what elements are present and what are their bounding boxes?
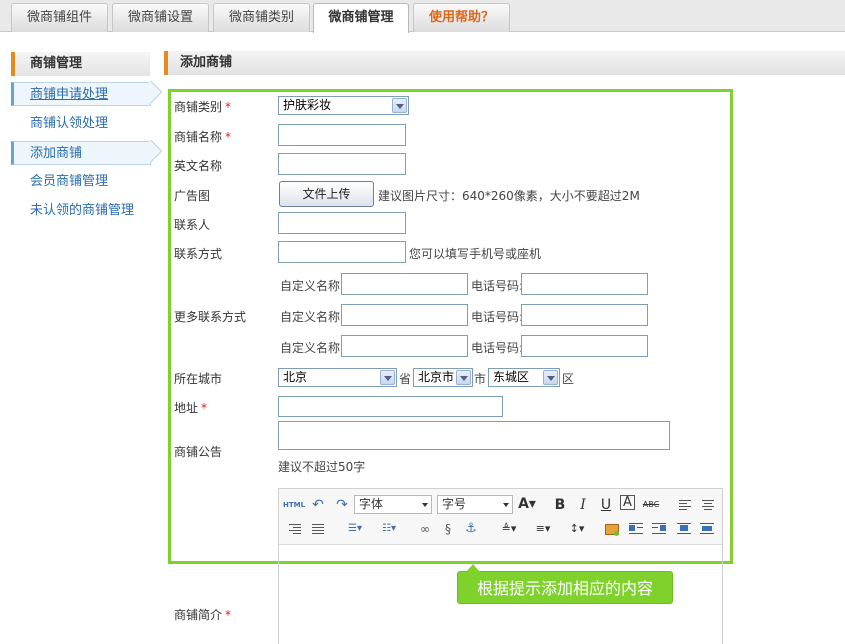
- font-size-select[interactable]: 字号: [437, 495, 513, 514]
- custom-name-label: 自定义名称:: [280, 279, 345, 293]
- tab-management[interactable]: 微商铺管理: [313, 3, 409, 33]
- align-left-icon[interactable]: [676, 496, 694, 514]
- redo-icon[interactable]: ↷: [333, 496, 351, 514]
- ordered-list-icon[interactable]: ☰▾: [341, 520, 369, 538]
- contact-person-label: 联系人: [174, 218, 211, 232]
- image-left-icon[interactable]: [627, 520, 645, 538]
- address-input[interactable]: [278, 396, 503, 417]
- strikethrough-icon[interactable]: ABC: [642, 496, 660, 514]
- phone-label: 电话号码:: [471, 341, 524, 355]
- text-border-icon[interactable]: A: [620, 495, 635, 510]
- phone-label: 电话号码:: [471, 279, 524, 293]
- upload-button[interactable]: 文件上传: [279, 181, 374, 207]
- category-select[interactable]: 护肤彩妆: [278, 96, 409, 115]
- contact-person-input[interactable]: [278, 212, 406, 234]
- line-height-icon[interactable]: ≜▾: [495, 520, 523, 538]
- province-suffix: 省: [399, 372, 412, 386]
- contact-method-hint: 您可以填写手机号或座机: [409, 247, 542, 261]
- tab-categories[interactable]: 微商铺类别: [213, 3, 310, 32]
- sidebar-item-add-shop[interactable]: 添加商铺: [11, 141, 151, 165]
- anchor-icon[interactable]: ⚓: [462, 520, 480, 538]
- more-contact-label: 更多联系方式: [174, 310, 247, 324]
- chevron-down-icon: [456, 370, 471, 385]
- tab-components[interactable]: 微商铺组件: [11, 3, 108, 32]
- chevron-down-icon: [392, 98, 407, 113]
- sidebar-item-unclaimed-shops[interactable]: 未认领的商铺管理: [11, 199, 151, 223]
- sidebar-item-claims[interactable]: 商铺认领处理: [11, 112, 151, 136]
- top-tab-bar: 微商铺组件 微商铺设置 微商铺类别 微商铺管理 使用帮助？: [0, 0, 845, 33]
- html-source-button[interactable]: HTML: [283, 496, 305, 514]
- link-icon[interactable]: ∞: [416, 520, 434, 538]
- phone-input-2[interactable]: [521, 304, 648, 326]
- custom-name-label: 自定义名称:: [280, 310, 345, 324]
- shop-name-label: 商铺名称 *: [174, 130, 232, 144]
- city-select[interactable]: 北京市: [413, 368, 473, 387]
- undo-icon[interactable]: ↶: [309, 496, 327, 514]
- english-name-input[interactable]: [278, 153, 406, 175]
- editor-toolbar: HTML ↶ ↷ 字体 字号 A▾ B I U A ABC ☰▾ ☷▾ ∞ §: [279, 489, 722, 545]
- category-label: 商铺类别 *: [174, 100, 232, 114]
- rich-text-editor: HTML ↶ ↷ 字体 字号 A▾ B I U A ABC ☰▾ ☷▾ ∞ §: [278, 488, 723, 644]
- contact-method-input[interactable]: [278, 241, 406, 263]
- image-center-icon[interactable]: [698, 520, 716, 538]
- chevron-down-icon: [543, 370, 558, 385]
- custom-name-input-3[interactable]: [341, 335, 468, 357]
- sidebar-item-member-shops[interactable]: 会员商铺管理: [11, 170, 151, 194]
- image-none-icon[interactable]: [675, 520, 693, 538]
- align-right-icon[interactable]: [286, 520, 304, 538]
- font-family-select[interactable]: 字体: [354, 495, 432, 514]
- custom-name-input-1[interactable]: [341, 273, 468, 295]
- hint-tooltip: 根据提示添加相应的内容: [457, 564, 673, 604]
- ad-image-hint: 建议图片尺寸：640*260像素，大小不要超过2M: [378, 189, 640, 203]
- city-label: 所在城市: [174, 372, 223, 386]
- custom-name-input-2[interactable]: [341, 304, 468, 326]
- district-select[interactable]: 东城区: [488, 368, 560, 387]
- english-name-label: 英文名称: [174, 159, 223, 173]
- sidebar: 商铺管理 商铺申请处理 商铺认领处理 添加商铺 会员商铺管理 未认领的商铺管理: [0, 32, 165, 644]
- font-color-icon[interactable]: A▾: [518, 495, 536, 513]
- align-center-icon[interactable]: [699, 496, 717, 514]
- tab-help[interactable]: 使用帮助？: [413, 3, 510, 32]
- unordered-list-icon[interactable]: ☷▾: [375, 520, 403, 538]
- notice-hint: 建议不超过50字: [278, 460, 366, 474]
- sidebar-item-applications[interactable]: 商铺申请处理: [11, 82, 151, 106]
- province-select[interactable]: 北京: [278, 368, 397, 387]
- address-label: 地址 *: [174, 401, 208, 415]
- unlink-icon[interactable]: §: [439, 520, 457, 538]
- custom-name-label: 自定义名称:: [280, 341, 345, 355]
- paragraph-spacing-icon[interactable]: ≡▾: [529, 520, 557, 538]
- tab-settings[interactable]: 微商铺设置: [112, 3, 209, 32]
- italic-icon[interactable]: I: [574, 496, 592, 514]
- bold-icon[interactable]: B: [551, 496, 569, 514]
- intro-label: 商铺简介 *: [174, 608, 232, 622]
- shop-name-input[interactable]: [278, 124, 406, 146]
- image-right-icon[interactable]: [650, 520, 668, 538]
- notice-label: 商铺公告: [174, 445, 223, 459]
- notice-textarea[interactable]: [278, 421, 670, 450]
- phone-input-3[interactable]: [521, 335, 648, 357]
- justify-icon[interactable]: [309, 520, 327, 538]
- contact-method-label: 联系方式: [174, 247, 223, 261]
- ad-image-label: 广告图: [174, 189, 211, 203]
- phone-input-1[interactable]: [521, 273, 648, 295]
- row-spacing-icon[interactable]: ↕▾: [563, 520, 591, 538]
- chevron-down-icon: [380, 370, 395, 385]
- image-icon[interactable]: [603, 520, 621, 538]
- district-suffix: 区: [562, 372, 575, 386]
- page-title: 添加商铺: [164, 51, 845, 75]
- city-suffix: 市: [474, 372, 487, 386]
- underline-icon[interactable]: U: [597, 496, 615, 514]
- sidebar-title: 商铺管理: [11, 52, 150, 76]
- phone-label: 电话号码:: [471, 310, 524, 324]
